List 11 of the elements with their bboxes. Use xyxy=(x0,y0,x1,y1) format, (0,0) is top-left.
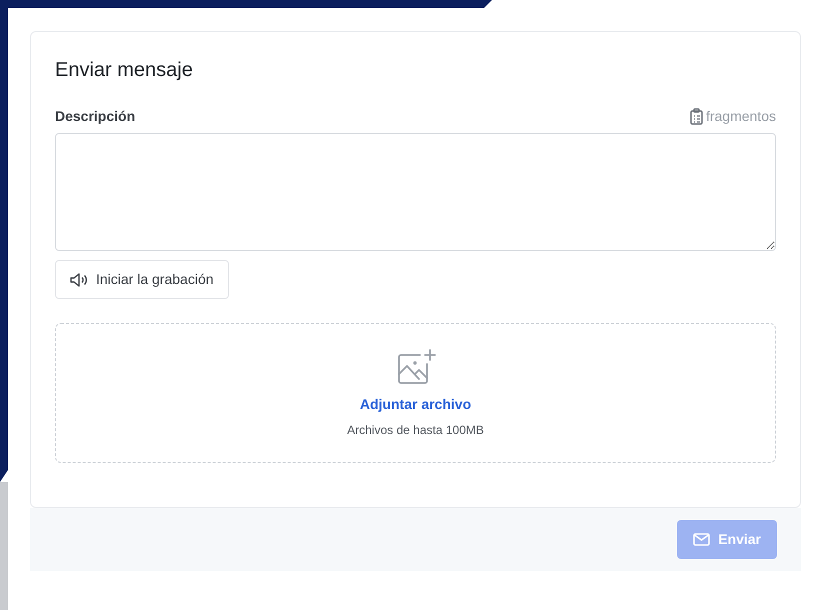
record-button[interactable]: Iniciar la grabación xyxy=(55,260,229,299)
upload-hint: Archivos de hasta 100MB xyxy=(347,422,484,438)
envelope-icon xyxy=(693,533,710,546)
field-label: Descripción xyxy=(55,107,136,126)
clipboard-icon xyxy=(688,108,704,125)
attach-link[interactable]: Adjuntar archivo xyxy=(360,394,472,414)
speaker-icon xyxy=(70,272,88,286)
image-add-icon xyxy=(396,348,436,386)
description-field[interactable] xyxy=(55,133,776,251)
form-title: Enviar mensaje xyxy=(55,58,194,82)
upload-dropzone[interactable]: Adjuntar archivo Archivos de hasta 100MB xyxy=(55,323,776,463)
